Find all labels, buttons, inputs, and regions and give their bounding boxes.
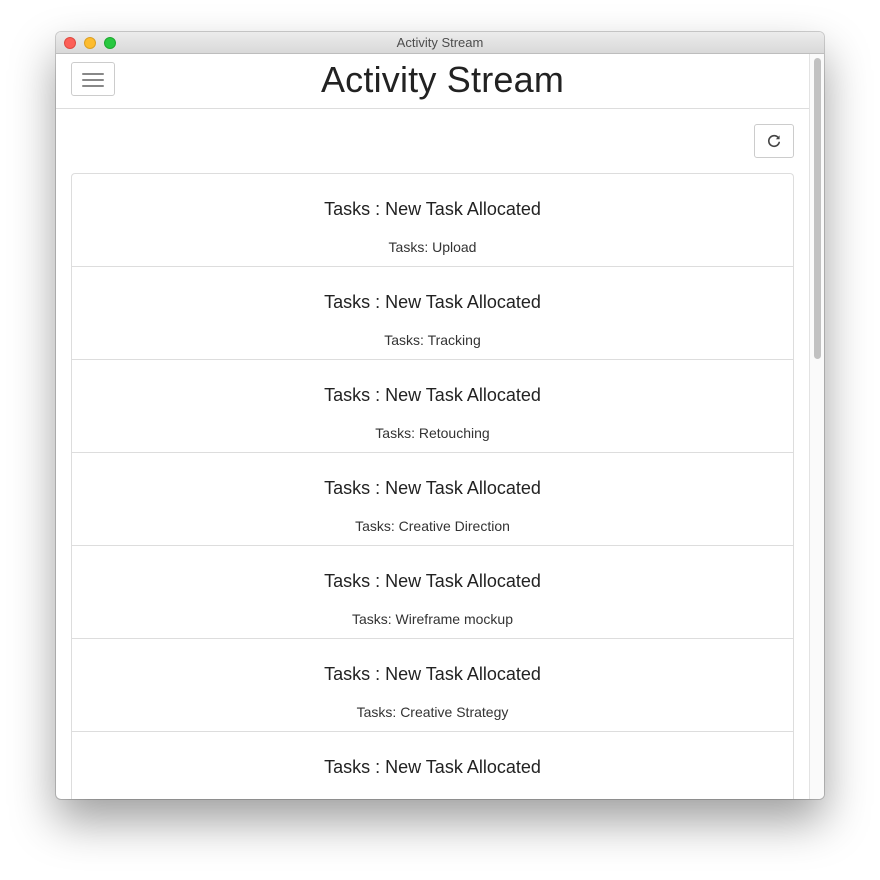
window-titlebar[interactable]: Activity Stream [56,32,824,54]
list-item[interactable]: Tasks : New Task Allocated Tasks: Wirefr… [72,546,793,639]
activity-text: Tasks: Upload [388,239,477,255]
activity-text: Tasks: Creative Strategy [356,704,509,720]
list-item[interactable]: Tasks : New Task Allocated Tasks: Creati… [72,453,793,546]
scrollbar-thumb[interactable] [814,58,821,359]
list-item[interactable]: Tasks : New Task Allocated Tasks: Tracki… [72,267,793,360]
activity-text: Tasks: Creative Direction [355,518,510,534]
activity-heading: Tasks : New Task Allocated [324,757,541,777]
activity-heading: Tasks : New Task Allocated [324,199,541,219]
activity-heading: Tasks : New Task Allocated [324,385,541,405]
window-title: Activity Stream [396,35,484,50]
activity-text: Tasks: Wireframe mockup [351,611,514,627]
activity-heading: Tasks : New Task Allocated [324,664,541,684]
activity-text: Tasks: Retouching [375,425,490,441]
app-header: Activity Stream [56,54,809,109]
activity-heading: Tasks : New Task Allocated [324,571,541,591]
refresh-icon [768,134,780,148]
activity-text: Tasks: Tracking [384,332,481,348]
refresh-button[interactable] [754,124,794,158]
app-window: Activity Stream Activity Stream Tasks : … [56,32,824,799]
activity-stream-list: Tasks : New Task Allocated Tasks: Upload… [71,173,794,799]
page-title: Activity Stream [320,59,565,100]
list-item[interactable]: Tasks : New Task Allocated Tasks: Upload [72,174,793,267]
activity-heading: Tasks : New Task Allocated [324,478,541,498]
activity-heading: Tasks : New Task Allocated [324,292,541,312]
list-item[interactable]: Tasks : New Task Allocated Tasks: Creati… [72,639,793,732]
vertical-scrollbar[interactable] [809,54,824,799]
list-item[interactable]: Tasks : New Task Allocated Tasks: Retouc… [72,360,793,453]
page-viewport: Activity Stream Tasks : New Task Allocat… [56,54,824,799]
list-item[interactable]: Tasks : New Task Allocated [72,732,793,799]
